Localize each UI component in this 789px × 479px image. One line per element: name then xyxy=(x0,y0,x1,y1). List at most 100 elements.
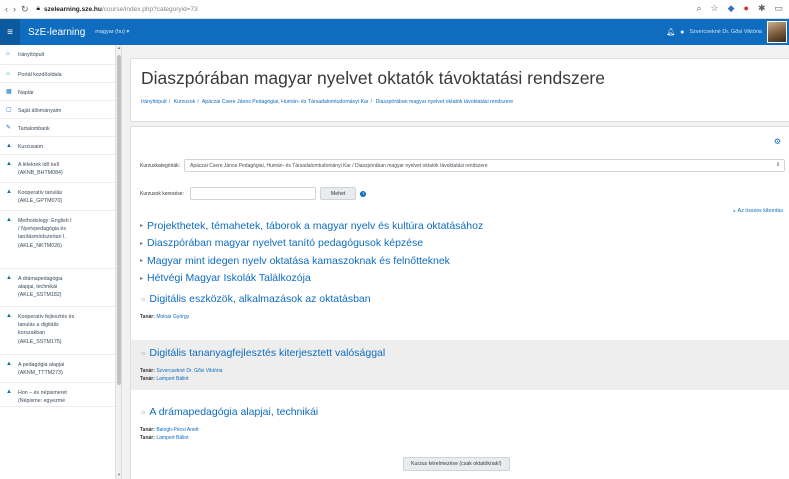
drawer-item[interactable]: ▢ Saját állományaim xyxy=(0,101,121,119)
drawer-item[interactable]: ⌂ Irányítópult xyxy=(0,45,121,65)
drawer-item-label: Kurzusaim xyxy=(18,144,44,150)
drawer-item-label: Hon – és népismeret (Népisme: egyezmé xyxy=(18,390,67,405)
drawer-item[interactable]: ▲ Hon – és népismeret (Népisme: egyezmé xyxy=(0,383,121,407)
teacher-label: Tanár: xyxy=(140,435,155,441)
url-path: /course/index.php?categoryid=73 xyxy=(101,5,198,13)
avatar[interactable] xyxy=(767,21,787,43)
subcategory-label: Projekthetek, témahetek, táborok a magya… xyxy=(147,219,484,232)
subcategory-label: Diaszpórában magyar nyelvet tanító pedag… xyxy=(147,237,424,250)
user-name[interactable]: Szvercsekné Dr. Gősi Viktória xyxy=(689,29,762,35)
graduation-cap-icon: ▲ xyxy=(6,275,12,281)
drawer-item[interactable]: ▲ Kurzusaim xyxy=(0,137,121,155)
drawer-item-label: A lélekrek idő kell (AKNB_BHTM084) xyxy=(18,162,63,177)
drawer-item[interactable]: ▲ Methodology: English I / Nyelvpedagógia… xyxy=(0,211,121,269)
scrollbar-thumb[interactable] xyxy=(117,55,121,385)
graduation-cap-icon: ▲ xyxy=(6,217,12,223)
reload-icon[interactable]: ↻ xyxy=(21,4,29,15)
scroll-down-icon[interactable]: ▼ xyxy=(116,472,121,477)
page-header: Diaszpórában magyar nyelvet oktatók távo… xyxy=(130,58,789,122)
course-title: A drámapedagógia alapjai, technikái xyxy=(149,406,319,418)
course-teacher: Tanár: Molnár György xyxy=(140,313,789,321)
subcategory-label: Hétvégi Magyar Iskolák Találkozója xyxy=(147,272,311,285)
subcategory-label: Magyar mint idegen nyelv oktatása kamasz… xyxy=(147,254,450,267)
drawer-item[interactable]: ▲ Kooperatív fejlesztés és tanulás a digi… xyxy=(0,307,121,355)
teacher-name[interactable]: Molnár György xyxy=(156,314,189,320)
course-teacher: Tanár: Lampert Bálint xyxy=(140,375,789,383)
message-icon[interactable]: ● xyxy=(680,29,684,36)
gear-icon[interactable]: ⚙ xyxy=(774,137,781,146)
teacher-name[interactable]: Szvercsekné Dr. Gősi Viktória xyxy=(156,368,222,374)
subcategory-link[interactable]: ▸ Hétvégi Magyar Iskolák Találkozója xyxy=(140,270,483,288)
drawer-item-label: Saját állományaim xyxy=(18,108,62,114)
puzzle-icon[interactable]: ✱ xyxy=(758,3,766,14)
drawer-scrollbar[interactable]: ▲ ▼ xyxy=(115,45,121,479)
subcategory-link[interactable]: ▸ Projekthetek, témahetek, táborok a magy… xyxy=(140,217,483,235)
bell-icon[interactable]: 🔔︎ xyxy=(666,28,675,36)
graduation-cap-icon: ▲ xyxy=(6,161,12,167)
teacher-name[interactable]: Balogh-Pécsi Anett xyxy=(156,427,198,433)
nav-drawer: ⌂ Irányítópult ⌂ Portál kezdőoldala ▦ Naptár ▢… xyxy=(0,45,122,479)
drawer-item-label: A drámapedagógia alapjai, technikái (AKL… xyxy=(18,276,63,299)
calendar-icon: ▦ xyxy=(6,89,12,95)
language-menu[interactable]: magyar (hu) ▾ xyxy=(95,29,129,35)
breadcrumb-item[interactable]: Kurzusok xyxy=(174,99,196,105)
drawer-item-label: Kooperatív tanulás (AKLE_GPTM070) xyxy=(18,190,63,205)
teacher-label: Tanár: xyxy=(140,376,155,382)
subcategory-link[interactable]: ▸ Magyar mint idegen nyelv oktatása kamas… xyxy=(140,252,483,270)
drawer-item[interactable]: ▲ A drámapedagógia alapjai, technikái (AK… xyxy=(0,269,121,307)
course-info-icon: ☼ xyxy=(140,295,147,303)
browser-actions: ⌕ ☆ ◆ ● ✱ ▭ xyxy=(696,3,783,14)
help-icon[interactable]: ? xyxy=(360,190,367,197)
tab-search-icon[interactable]: ▭ xyxy=(774,3,783,14)
home-icon: ⌂ xyxy=(6,71,10,77)
course-title-link[interactable]: ☼ Digitális eszközök, alkalmazások az okt… xyxy=(140,293,789,305)
request-course-button[interactable]: Kurzus kérelmezése (csak oktatóknak!) xyxy=(403,457,510,471)
drawer-item-label: Kooperatív fejlesztés és tanulás a digit… xyxy=(18,314,75,345)
dashboard-icon: ⌂ xyxy=(6,51,10,57)
extension-red-icon[interactable]: ● xyxy=(744,3,749,14)
triangle-right-icon: ▸ xyxy=(140,275,144,282)
teacher-name[interactable]: Lampert Bálint xyxy=(156,435,188,441)
teacher-name[interactable]: Lampert Bálint xyxy=(156,376,188,382)
drawer-item[interactable]: ▲ Kooperatív tanulás (AKLE_GPTM070) xyxy=(0,183,121,211)
subcategory-link[interactable]: ▸ Diaszpórában magyar nyelvet tanító peda… xyxy=(140,235,483,253)
scroll-up-icon[interactable]: ▲ xyxy=(116,45,121,50)
hamburger-menu-icon[interactable]: ≡ xyxy=(0,19,20,45)
triangle-right-icon: ▸ xyxy=(140,223,144,230)
select-arrows-icon: ⇕ xyxy=(775,162,781,168)
address-bar[interactable]: 🔒︎ szelearning.sze.hu/course/index.php?c… xyxy=(37,5,198,13)
bookmark-star-icon[interactable]: ☆ xyxy=(711,3,719,14)
zoom-icon[interactable]: ⌕ xyxy=(696,3,701,14)
graduation-cap-icon: ▲ xyxy=(6,361,12,367)
course-info-icon: ☼ xyxy=(140,408,147,416)
expand-all-link[interactable]: ▸ Az összes kibontás xyxy=(734,208,783,214)
forward-icon[interactable]: › xyxy=(13,4,16,14)
category-select[interactable]: Apáczai Csere János Pedagógiai, Humán- é… xyxy=(184,159,786,172)
drawer-item[interactable]: ⌂ Portál kezdőoldala xyxy=(0,65,121,83)
course-teacher: Tanár: Lampert Bálint xyxy=(140,434,789,442)
back-icon[interactable]: ‹ xyxy=(5,4,8,14)
drawer-item[interactable]: ✎ Tartalombank xyxy=(0,119,121,137)
breadcrumb-item[interactable]: Apáczai Csere János Pedagógiai, Humán- é… xyxy=(202,99,369,105)
graduation-cap-icon: ▲ xyxy=(6,389,12,395)
drawer-item[interactable]: ▲ A lélekrek idő kell (AKNB_BHTM084) xyxy=(0,155,121,183)
user-menu[interactable]: 🔔︎ ● Szvercsekné Dr. Gősi Viktória xyxy=(666,21,787,43)
search-go-button[interactable]: Mehet xyxy=(319,187,357,200)
course-teacher: Tanár: Balogh-Pécsi Anett xyxy=(140,426,789,434)
browser-nav: ‹ › ↻ xyxy=(0,4,29,15)
breadcrumb: Irányítópult / Kurzusok / Apáczai Csere Já… xyxy=(141,99,514,105)
file-icon: ▢ xyxy=(6,107,12,113)
url-host: szelearning.sze.hu xyxy=(44,5,102,13)
course-title-link[interactable]: ☼ Digitális tananyagfejlesztés kiterjeszt… xyxy=(140,347,789,359)
course-title-link[interactable]: ☼ A drámapedagógia alapjai, technikái xyxy=(140,406,789,418)
breadcrumb-item[interactable]: Diaszpórában magyar nyelvet oktatók távo… xyxy=(376,99,514,105)
course-title: Digitális eszközök, alkalmazások az okta… xyxy=(149,293,371,305)
drawer-item[interactable]: ▦ Naptár xyxy=(0,83,121,101)
course-teacher: Tanár: Szvercsekné Dr. Gősi Viktória xyxy=(140,367,789,375)
breadcrumb-item[interactable]: Irányítópult xyxy=(141,99,167,105)
course-search-input[interactable] xyxy=(189,187,316,200)
site-brand[interactable]: SzE-learning xyxy=(28,27,85,38)
drawer-item[interactable]: ▲ A pedagógia alapjai (AKNM_TTTM273) xyxy=(0,355,121,383)
subcategory-list: ▸ Projekthetek, témahetek, táborok a magy… xyxy=(140,217,483,287)
extension-icon[interactable]: ◆ xyxy=(728,3,735,14)
